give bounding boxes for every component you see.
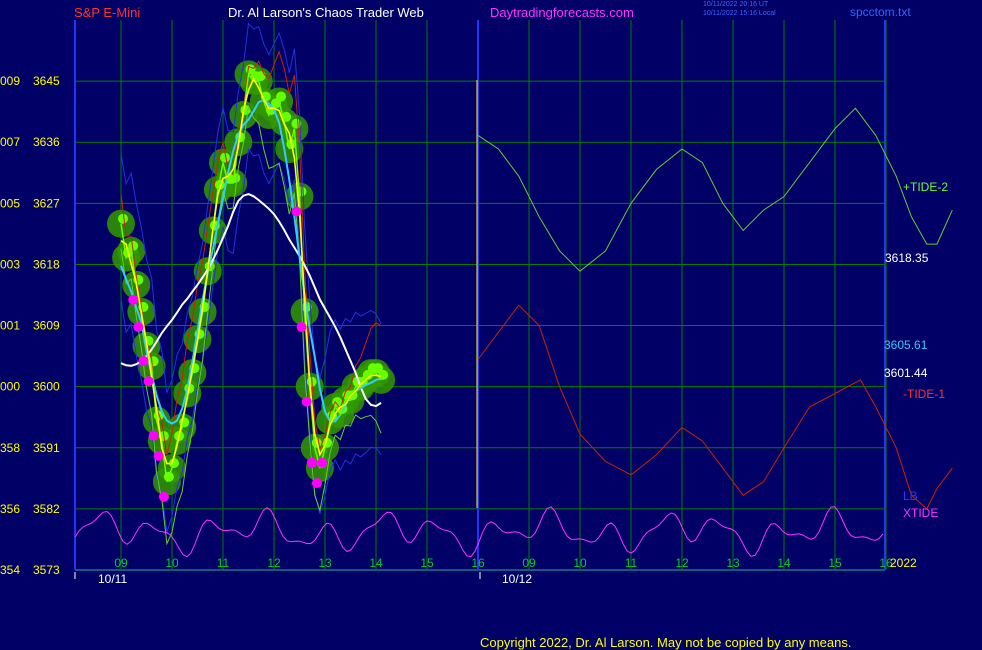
x-hour-label: 15 — [420, 556, 434, 570]
x-hour-label: 13 — [726, 556, 740, 570]
y-code-label: 003 — [0, 257, 20, 271]
x-date-label: 10/11 — [98, 572, 127, 586]
y-code-label: 356 — [0, 502, 20, 516]
year-label: 2022 — [890, 556, 917, 570]
tide-minus-line — [477, 304, 953, 510]
price-dot-green — [255, 71, 266, 82]
price-dot-green — [276, 91, 287, 102]
magenta-dot — [143, 376, 154, 387]
x-hour-label: 14 — [777, 556, 791, 570]
magenta-dot — [153, 450, 164, 461]
x-hour-label: 13 — [318, 556, 332, 570]
price-dot-green — [230, 172, 241, 183]
price-dot-green — [118, 213, 128, 224]
ma-slow-value-label: 3618.35 — [885, 251, 929, 265]
x-hour-label: 09 — [522, 556, 536, 570]
x-hour-label: 10 — [573, 556, 587, 570]
x-hour-label: 10 — [165, 556, 179, 570]
magenta-dot — [133, 321, 144, 332]
y-price-label: 3627 — [33, 196, 60, 210]
x-hour-label: 11 — [625, 556, 638, 570]
price-band — [107, 60, 396, 496]
magenta-dot — [301, 396, 312, 407]
magenta-dot — [311, 478, 322, 489]
lb-label: LB — [903, 489, 918, 503]
y-price-label: 3582 — [33, 502, 60, 516]
y-axis-labels: 009 3645 007 3636 005 3627 003 3618 001 3609 000 36… — [0, 74, 60, 577]
magenta-dot — [296, 321, 307, 332]
xtide-label: XTIDE — [903, 506, 938, 520]
grid-lines — [74, 20, 887, 571]
tide-minus-label: -TIDE-1 — [903, 387, 945, 401]
magenta-dot — [148, 430, 159, 441]
y-code-label: 358 — [0, 441, 20, 455]
x-hour-label: 15 — [828, 556, 842, 570]
y-code-label: 007 — [0, 135, 20, 149]
x-hour-label: 14 — [369, 556, 383, 570]
y-code-label: 354 — [0, 563, 20, 577]
magenta-dot — [317, 457, 327, 468]
x-hour-label: 12 — [675, 556, 689, 570]
x-hour-label: 12 — [267, 556, 281, 570]
magenta-dot — [158, 491, 169, 502]
y-price-label: 3636 — [33, 135, 60, 149]
y-code-label: 009 — [0, 74, 20, 88]
copyright-notice: Copyright 2022, Dr. Al Larson. May not b… — [480, 635, 852, 650]
tide-plus-line — [477, 107, 953, 272]
magenta-dot — [138, 355, 149, 366]
price-chart: 009 3645 007 3636 005 3627 003 3618 001 3609 000 36… — [0, 20, 953, 586]
x-hour-label: 16 — [471, 556, 485, 570]
magenta-dot — [128, 294, 139, 305]
x-date-label: 10/12 — [502, 572, 532, 586]
y-code-label: 000 — [0, 380, 20, 394]
x-hour-label: 09 — [114, 556, 128, 570]
y-price-label: 3573 — [33, 563, 60, 577]
y-code-label: 005 — [0, 196, 20, 210]
y-code-label: 001 — [0, 319, 20, 333]
right-labels: +TIDE-2 3618.35 3605.61 3601.44 -TIDE-1 LB XTI… — [884, 180, 948, 520]
magenta-dot — [306, 457, 317, 468]
y-price-label: 3600 — [33, 380, 60, 394]
y-price-label: 3618 — [33, 257, 60, 271]
indicator-lines — [74, 22, 953, 558]
ma-fast-value-label: 3601.44 — [884, 366, 928, 380]
y-price-label: 3609 — [33, 319, 60, 333]
y-price-label: 3645 — [33, 74, 60, 88]
ma-mid-value-label: 3605.61 — [884, 338, 928, 352]
tide-plus-label: +TIDE-2 — [903, 180, 948, 194]
magenta-dot — [291, 206, 302, 217]
y-price-label: 3591 — [33, 441, 60, 455]
x-hour-label: 11 — [217, 556, 230, 570]
